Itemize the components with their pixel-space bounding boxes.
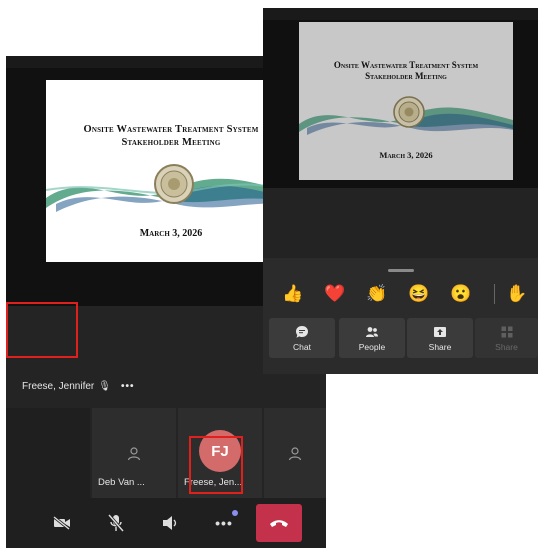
more-options-sheet: 👍 ❤️ 👏 😆 😮 ✋ Chat People Share Share: [263, 258, 538, 374]
presenter-name: Freese, Jennifer: [22, 381, 95, 392]
grid-icon: [501, 326, 512, 338]
meeting-screen-menu: Onsite Wastewater Treatment System Stake…: [263, 8, 538, 374]
wave-seal-graphic: [299, 96, 513, 135]
rooms-label: Share: [495, 342, 518, 352]
slide-title-line2: Stakeholder Meeting: [121, 136, 221, 148]
share-icon: [434, 327, 446, 337]
participant-tiles: Deb Van ... FJ Freese, Jen...: [6, 408, 326, 498]
dimmed-area: [263, 188, 538, 258]
highlight-box-more: [189, 436, 243, 494]
participant-tile[interactable]: [264, 408, 326, 498]
speaker-icon: [163, 516, 177, 530]
slide-title: Onsite Wastewater Treatment System Stake…: [46, 124, 296, 149]
more-dots-icon: •••: [215, 515, 233, 531]
reactions-divider: [494, 284, 495, 304]
camera-off-icon: [53, 516, 70, 530]
more-options-button[interactable]: •••: [202, 504, 246, 542]
reaction-surprised-button[interactable]: 😮: [447, 280, 475, 308]
people-label: People: [358, 342, 386, 352]
speaker-button[interactable]: [148, 504, 192, 542]
highlight-box-chat: [6, 302, 78, 358]
wave-seal-graphic: [46, 164, 296, 212]
participant-tile[interactable]: [6, 408, 90, 498]
slide-date: March 3, 2026: [379, 150, 433, 160]
slide-title: Onsite Wastewater Treatment System Stake…: [299, 60, 513, 82]
actions-row: Chat People Share Share: [263, 318, 538, 358]
camera-toggle-button[interactable]: [40, 504, 84, 542]
reaction-like-button[interactable]: 👍: [279, 280, 307, 308]
call-control-bar: •••: [6, 498, 326, 548]
slide-title-line2: Stakeholder Meeting: [365, 70, 447, 81]
reactions-row: 👍 ❤️ 👏 😆 😮 ✋: [263, 280, 538, 308]
rooms-button-disabled: Share: [475, 318, 538, 358]
person-icon: [127, 447, 141, 461]
mic-off-icon: [108, 514, 124, 532]
hang-up-icon: [270, 520, 288, 527]
participant-tile[interactable]: Deb Van ...: [92, 408, 176, 498]
chat-button[interactable]: Chat: [269, 318, 335, 358]
participant-name: Deb Van ...: [98, 477, 145, 488]
chat-icon: [296, 326, 308, 338]
presenter-namebar: Freese, Jennifer 🎙 •••: [22, 381, 134, 392]
slide-title-line1: Onsite Wastewater Treatment System: [333, 60, 479, 70]
presenter-more-button[interactable]: •••: [121, 381, 135, 392]
sheet-grabber-handle[interactable]: [387, 269, 414, 272]
reaction-applause-button[interactable]: 👏: [363, 280, 391, 308]
mic-toggle-button[interactable]: [94, 504, 138, 542]
mic-off-icon: 🎙: [98, 381, 111, 392]
reaction-laugh-button[interactable]: 😆: [405, 280, 433, 308]
people-button[interactable]: People: [339, 318, 405, 358]
slide-title-line1: Onsite Wastewater Treatment System: [83, 124, 259, 135]
person-icon: [288, 447, 302, 461]
reaction-heart-button[interactable]: ❤️: [321, 280, 349, 308]
people-icon: [366, 327, 378, 337]
chat-label: Chat: [293, 342, 311, 352]
slide-date: March 3, 2026: [139, 228, 203, 239]
shared-content-stage: Onsite Wastewater Treatment System Stake…: [263, 20, 538, 188]
presentation-slide: Onsite Wastewater Treatment System Stake…: [299, 22, 513, 180]
notification-dot: [232, 510, 238, 516]
hang-up-button[interactable]: [256, 504, 302, 542]
share-label: Share: [428, 342, 452, 352]
share-button[interactable]: Share: [407, 318, 473, 358]
raise-hand-button[interactable]: ✋: [503, 280, 531, 308]
presentation-slide: Onsite Wastewater Treatment System Stake…: [46, 80, 296, 262]
status-strip: [263, 8, 538, 20]
